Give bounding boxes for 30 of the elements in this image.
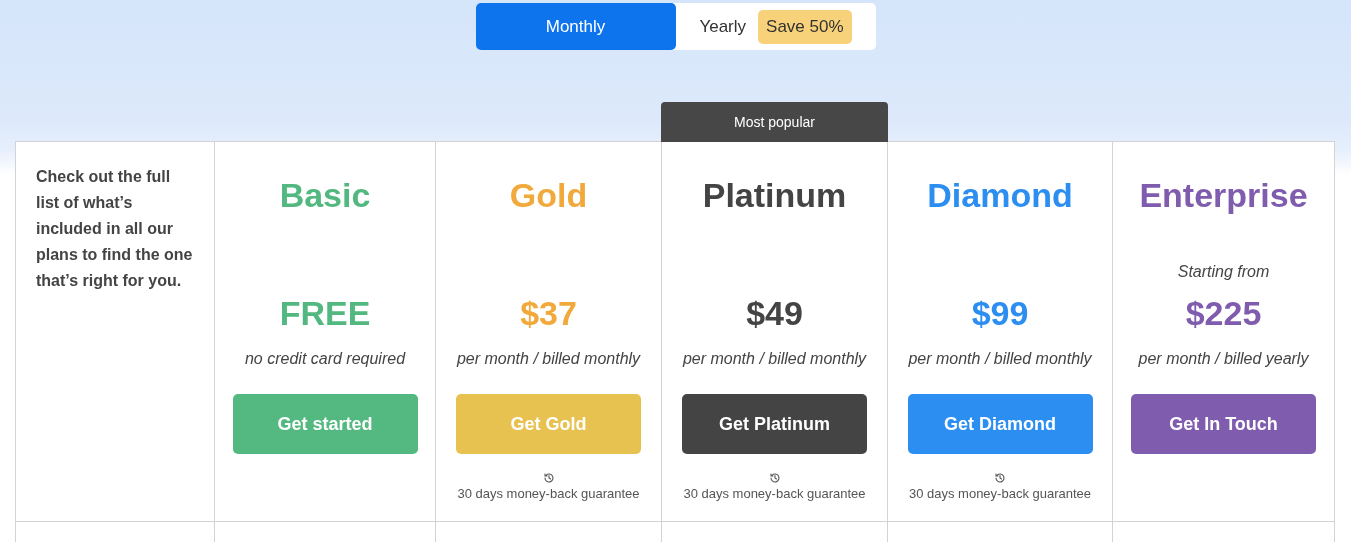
plan-button[interactable]: Get In Touch [1131, 394, 1316, 454]
discount-badge: Save 50% [758, 9, 852, 44]
plan-name: Diamond [927, 175, 1073, 216]
plan-button[interactable]: Get started [232, 394, 418, 454]
popular-badge: Most popular [661, 102, 888, 142]
guarantee-text: 30 days money-back guarantee [908, 486, 1092, 501]
plan-price: $49 [746, 293, 803, 333]
price-note: Starting from [1177, 263, 1270, 281]
plan-button[interactable]: Get Platinum [682, 394, 867, 454]
plan-price: $99 [971, 293, 1029, 333]
plan-price: $225 [1185, 293, 1262, 333]
plan-name: Platinum [702, 175, 847, 216]
plan-name: Enterprise [1139, 175, 1308, 216]
history-icon [542, 472, 555, 484]
billing-tab[interactable]: Yearly Save 50% [675, 3, 876, 50]
billing-period: per month / billed monthly [456, 349, 641, 369]
plan-button[interactable]: Get Diamond [907, 394, 1093, 454]
billing-tab[interactable]: Monthly [475, 3, 676, 50]
guarantee-text: 30 days money-back guarantee [457, 486, 640, 501]
billing-period: per month / billed yearly [1138, 349, 1309, 369]
plan-price: FREE [279, 293, 371, 333]
billing-period: per month / billed monthly [682, 349, 867, 369]
history-icon [768, 472, 781, 484]
billing-period: per month / billed monthly [908, 349, 1092, 369]
plan-name: Gold [509, 175, 588, 216]
guarantee-text: 30 days money-back guarantee [683, 486, 866, 501]
plan-name: Basic [279, 175, 371, 216]
history-icon [994, 472, 1006, 484]
plan-price: $37 [520, 293, 577, 333]
billing-period: no credit card required [244, 349, 406, 369]
